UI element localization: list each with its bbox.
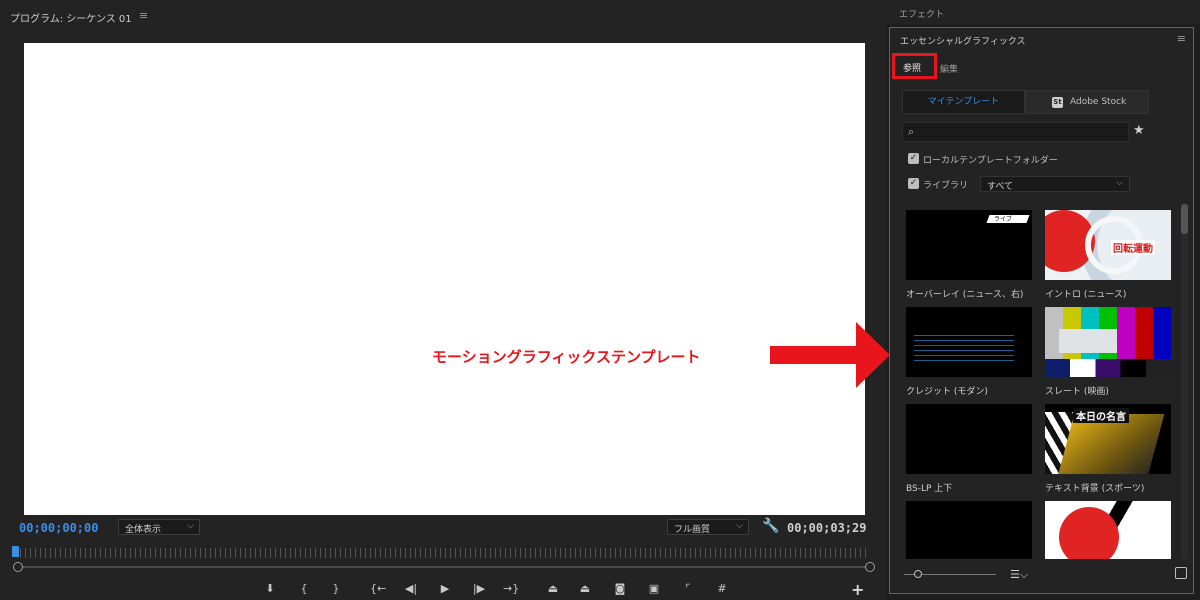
thumbnail-text: ライブ (994, 216, 1013, 223)
chevron-down-icon: ⌵ (187, 521, 194, 531)
thumbnail-text: 本日の名言 (1073, 408, 1129, 423)
template-caption: オーバーレイ (ニュース、右) (906, 290, 1024, 300)
star-icon[interactable]: ★ (1133, 123, 1145, 138)
adobe-stock-label: Adobe Stock (1070, 97, 1127, 107)
tab-edit[interactable]: 編集 (940, 62, 958, 75)
template-thumbnail-slate[interactable] (1045, 307, 1171, 377)
effects-tab-label: エフェクト (899, 10, 945, 20)
template-thumbnail-overlay[interactable]: ライブ (906, 210, 1032, 280)
comparison-view-button[interactable]: ▣ (646, 582, 662, 596)
template-caption: テキスト背景 (スポーツ) (1045, 484, 1145, 494)
thumbnail-text: 回転運動 (1111, 240, 1155, 255)
chevron-down-icon: ⌵ (736, 521, 743, 531)
wrench-icon[interactable]: 🔧 (762, 518, 779, 534)
program-title: プログラム: シーケンス 01 (10, 14, 132, 25)
hamburger-icon[interactable]: ≡ (1177, 32, 1186, 45)
tab-browse-label: 参照 (903, 64, 922, 74)
template-thumbnail-credits[interactable] (906, 307, 1032, 377)
hamburger-icon[interactable]: ≡ (139, 9, 148, 22)
step-back-button[interactable]: ◀| (403, 582, 419, 596)
mark-in-button[interactable]: { (296, 582, 312, 596)
zoom-level-value: 全体表示 (125, 525, 162, 535)
library-checkbox[interactable]: ✓ (908, 178, 919, 189)
safe-margins-button[interactable]: ⌜ (680, 582, 696, 596)
slate-card-graphic (1059, 329, 1117, 353)
play-button[interactable]: ▶ (437, 582, 453, 596)
duration-timecode: 00;00;03;29 (787, 521, 867, 535)
program-monitor: プログラム: シーケンス 01 ≡ 00;00;00;00 全体表示 ⌵ フル画… (0, 0, 885, 600)
library-select[interactable]: すべて ⌵ (980, 176, 1130, 192)
credit-lines-graphic (914, 335, 1014, 365)
template-thumbnail-intro[interactable]: 回転運動 (1045, 210, 1171, 280)
add-marker-button[interactable]: ⬇ (262, 582, 278, 596)
annotation-arrow-icon (770, 322, 890, 388)
my-templates-label: マイテンプレート (927, 97, 1000, 107)
right-panel: エフェクト エッセンシャルグラフィックス ≡ 参照 編集 マイテンプレート St… (885, 0, 1200, 600)
search-input[interactable]: ⌕ (902, 122, 1129, 142)
library-select-value: すべて (987, 182, 1014, 192)
zoom-scroll-end-handle[interactable] (865, 562, 875, 572)
step-forward-button[interactable]: |▶ (471, 582, 487, 596)
slate-bottom-graphic (1045, 359, 1171, 377)
chevron-down-icon: ⌵ (1116, 178, 1123, 188)
tab-browse[interactable]: 参照 (892, 53, 937, 79)
local-templates-checkbox[interactable]: ✓ (908, 153, 919, 164)
adobe-stock-icon: St (1052, 97, 1063, 108)
new-layer-icon[interactable] (1175, 567, 1187, 579)
template-caption: BS-LP 上下 (906, 484, 953, 494)
template-list-scrollbar[interactable] (1181, 204, 1188, 560)
red-circle-graphic (1059, 507, 1119, 559)
template-caption: イントロ (ニュース) (1045, 290, 1127, 300)
extract-button[interactable]: ⏏ (577, 582, 593, 596)
zoom-scroll-bar[interactable] (18, 566, 873, 568)
template-caption: スレート (映画) (1045, 387, 1109, 397)
thumbnail-size-slider-handle[interactable] (914, 570, 922, 578)
template-caption: クレジット (モダン) (906, 387, 988, 397)
template-thumbnail-lower-third[interactable] (906, 404, 1032, 474)
program-viewer[interactable] (24, 43, 865, 515)
effects-tab[interactable]: エフェクト (885, 0, 1200, 24)
zoom-level-select[interactable]: 全体表示 ⌵ (118, 519, 200, 535)
gold-panel-graphic (1055, 414, 1165, 474)
adobe-stock-button[interactable]: St Adobe Stock (1025, 90, 1149, 114)
sort-icon[interactable]: ☰⌵ (1010, 568, 1028, 582)
essential-graphics-panel: エッセンシャルグラフィックス ≡ 参照 編集 マイテンプレート St Adobe… (889, 27, 1194, 594)
export-frame-button[interactable]: ◙ (612, 582, 628, 596)
scrollbar-thumb[interactable] (1181, 204, 1188, 234)
go-to-out-button[interactable]: →} (503, 582, 519, 596)
program-header: プログラム: シーケンス 01 ≡ (0, 0, 885, 30)
template-thumbnail[interactable] (1045, 501, 1171, 559)
go-to-in-button[interactable]: {← (370, 582, 386, 596)
local-templates-label: ローカルテンプレートフォルダー (923, 156, 1058, 166)
lift-button[interactable]: ⏏ (545, 582, 561, 596)
playback-quality-value: フル画質 (674, 525, 711, 535)
toggle-proxies-button[interactable]: # (714, 582, 730, 596)
playhead-handle[interactable] (12, 546, 19, 557)
playback-quality-select[interactable]: フル画質 ⌵ (667, 519, 749, 535)
add-button[interactable]: + (851, 580, 864, 599)
search-icon: ⌕ (908, 125, 915, 138)
mark-out-button[interactable]: } (328, 582, 344, 596)
my-templates-button[interactable]: マイテンプレート (902, 90, 1025, 114)
zoom-scroll-start-handle[interactable] (13, 562, 23, 572)
template-thumbnail-sports[interactable]: 本日の名言 (1045, 404, 1171, 474)
template-thumbnail[interactable] (906, 501, 1032, 559)
current-timecode[interactable]: 00;00;00;00 (19, 521, 98, 535)
time-ruler[interactable] (20, 548, 870, 558)
annotation-label: モーショングラフィックステンプレート (432, 348, 701, 366)
library-label: ライブラリ (923, 181, 969, 191)
essential-graphics-title: エッセンシャルグラフィックス (900, 37, 1026, 47)
